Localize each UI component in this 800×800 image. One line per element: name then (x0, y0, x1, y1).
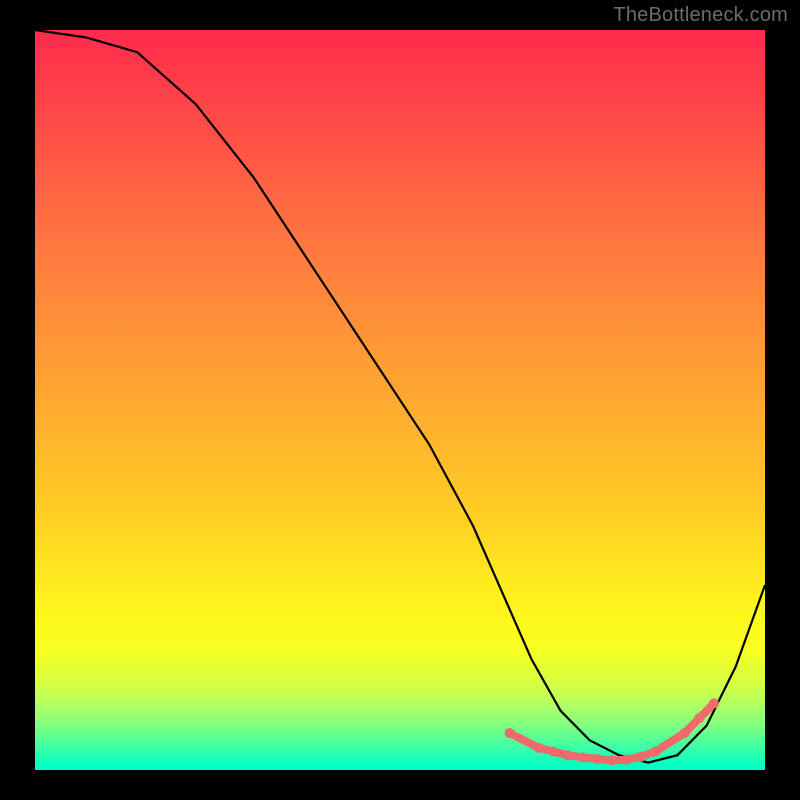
marker-dot (607, 755, 617, 765)
marker-dot (578, 752, 588, 762)
sweet-spot-markers (505, 698, 719, 765)
marker-dot (636, 752, 646, 762)
marker-dot (534, 743, 544, 753)
curve-overlay (35, 30, 765, 770)
marker-dot (709, 698, 719, 708)
marker-dot (592, 754, 602, 764)
attribution-text: TheBottleneck.com (613, 4, 788, 27)
marker-dot (505, 728, 515, 738)
marker-dot (694, 713, 704, 723)
marker-dot (651, 747, 661, 757)
chart-stage: TheBottleneck.com (0, 0, 800, 800)
marker-dot (548, 747, 558, 757)
bottleneck-curve (35, 30, 765, 763)
marker-dot (563, 750, 573, 760)
marker-dot (621, 755, 631, 765)
marker-dot (680, 728, 690, 738)
